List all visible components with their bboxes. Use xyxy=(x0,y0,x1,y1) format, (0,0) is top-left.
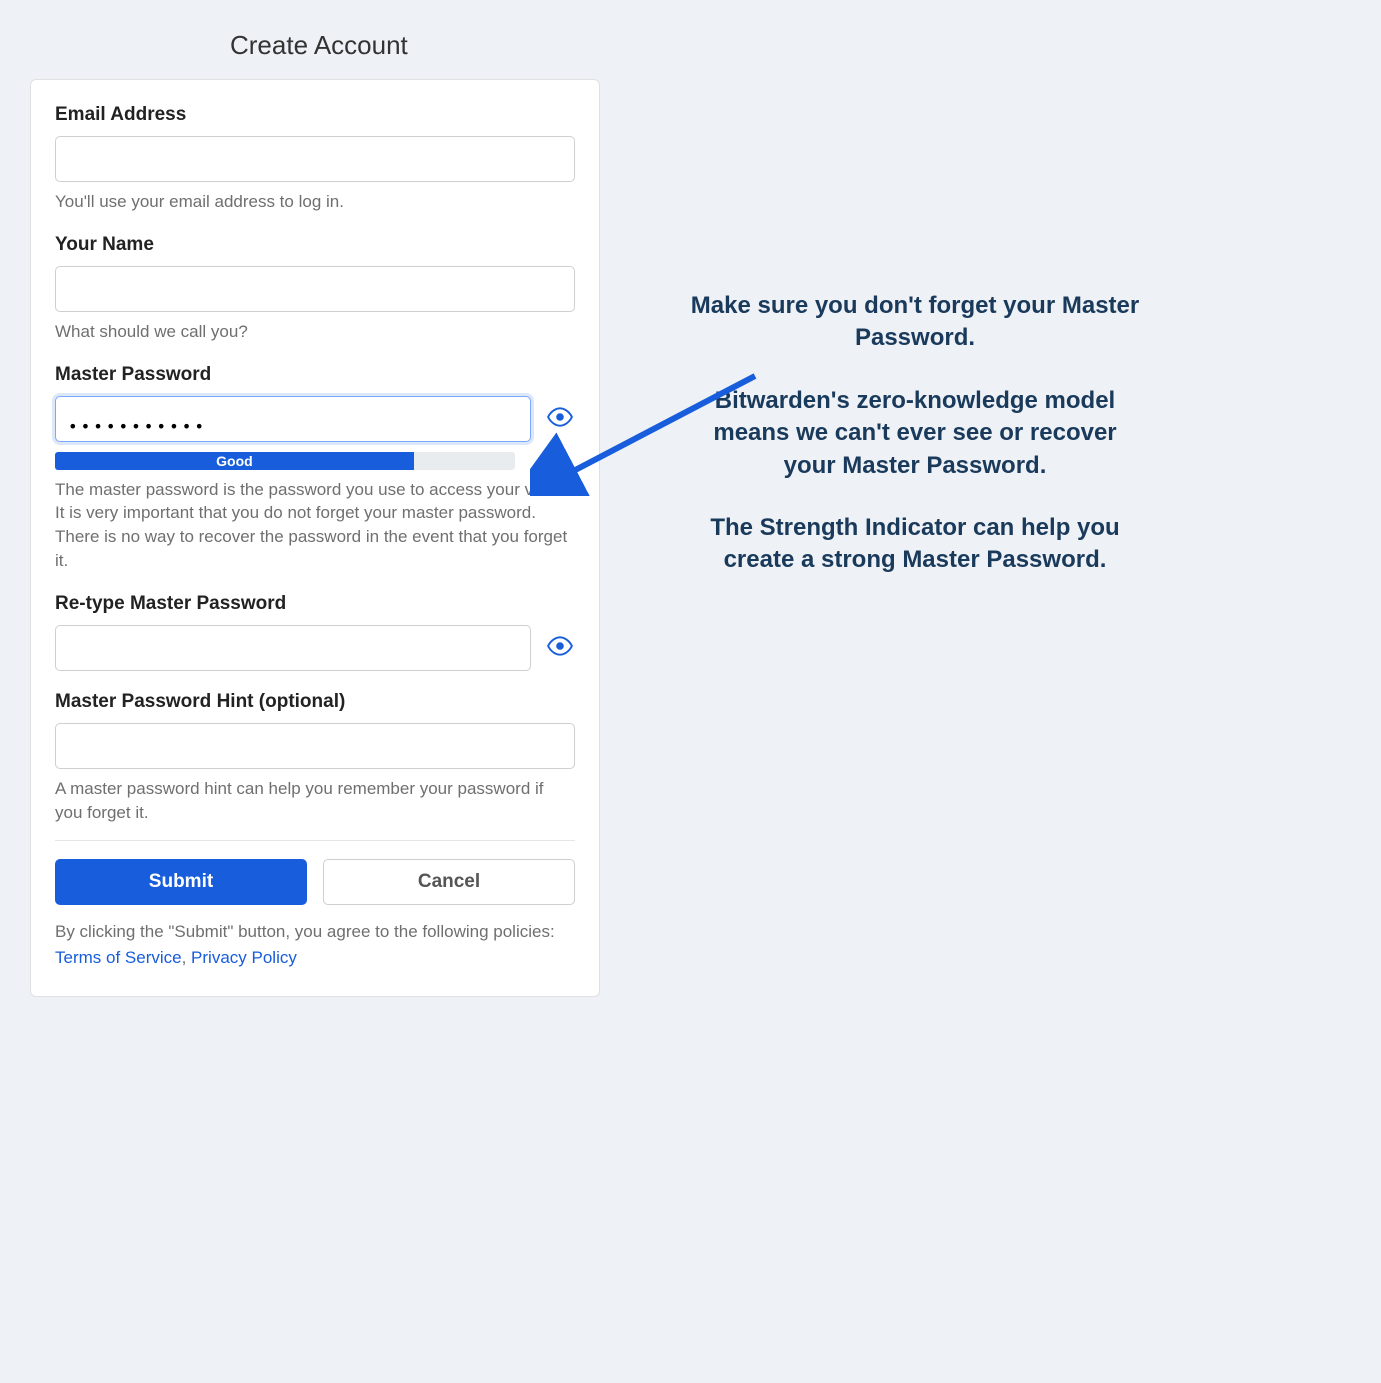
password-strength-fill: Good xyxy=(55,452,414,470)
hint-label: Master Password Hint (optional) xyxy=(55,691,575,713)
master-password-group: Master Password ••••••••••• xyxy=(55,364,575,573)
email-input[interactable] xyxy=(55,136,575,182)
callout: Make sure you don't forget your Master P… xyxy=(690,290,1140,577)
master-password-label: Master Password xyxy=(55,364,575,386)
cancel-button[interactable]: Cancel xyxy=(323,859,575,905)
master-password-input[interactable]: ••••••••••• xyxy=(55,396,531,442)
agree-text: By clicking the "Submit" button, you agr… xyxy=(55,919,575,970)
retype-password-label: Re-type Master Password xyxy=(55,593,575,615)
eye-icon xyxy=(547,404,573,433)
master-password-help: The master password is the password you … xyxy=(55,478,575,573)
name-input[interactable] xyxy=(55,266,575,312)
retype-password-input[interactable] xyxy=(55,625,531,671)
privacy-link[interactable]: Privacy Policy xyxy=(191,948,297,967)
toggle-master-password-visibility[interactable] xyxy=(545,404,575,434)
email-help: You'll use your email address to log in. xyxy=(55,190,575,214)
master-password-value: ••••••••••• xyxy=(68,417,207,436)
hint-group: Master Password Hint (optional) A master… xyxy=(55,691,575,825)
callout-p1: Make sure you don't forget your Master P… xyxy=(690,290,1140,355)
name-label: Your Name xyxy=(55,234,575,256)
page-title: Create Account xyxy=(30,30,600,79)
name-help: What should we call you? xyxy=(55,320,575,344)
retype-password-group: Re-type Master Password xyxy=(55,593,575,671)
callout-p2: Bitwarden's zero-knowledge model means w… xyxy=(690,385,1140,482)
submit-button[interactable]: Submit xyxy=(55,859,307,905)
eye-icon xyxy=(547,633,573,662)
hint-help: A master password hint can help you reme… xyxy=(55,777,575,825)
divider xyxy=(55,840,575,841)
password-strength-bar: Good xyxy=(55,452,515,470)
email-label: Email Address xyxy=(55,104,575,126)
toggle-retype-password-visibility[interactable] xyxy=(545,633,575,663)
agree-sep: , xyxy=(182,948,191,967)
terms-link[interactable]: Terms of Service xyxy=(55,948,182,967)
create-account-card: Email Address You'll use your email addr… xyxy=(30,79,600,997)
name-group: Your Name What should we call you? xyxy=(55,234,575,344)
callout-p3: The Strength Indicator can help you crea… xyxy=(690,512,1140,577)
agree-prefix: By clicking the "Submit" button, you agr… xyxy=(55,922,555,941)
password-strength-label: Good xyxy=(216,453,253,469)
hint-input[interactable] xyxy=(55,723,575,769)
email-group: Email Address You'll use your email addr… xyxy=(55,104,575,214)
